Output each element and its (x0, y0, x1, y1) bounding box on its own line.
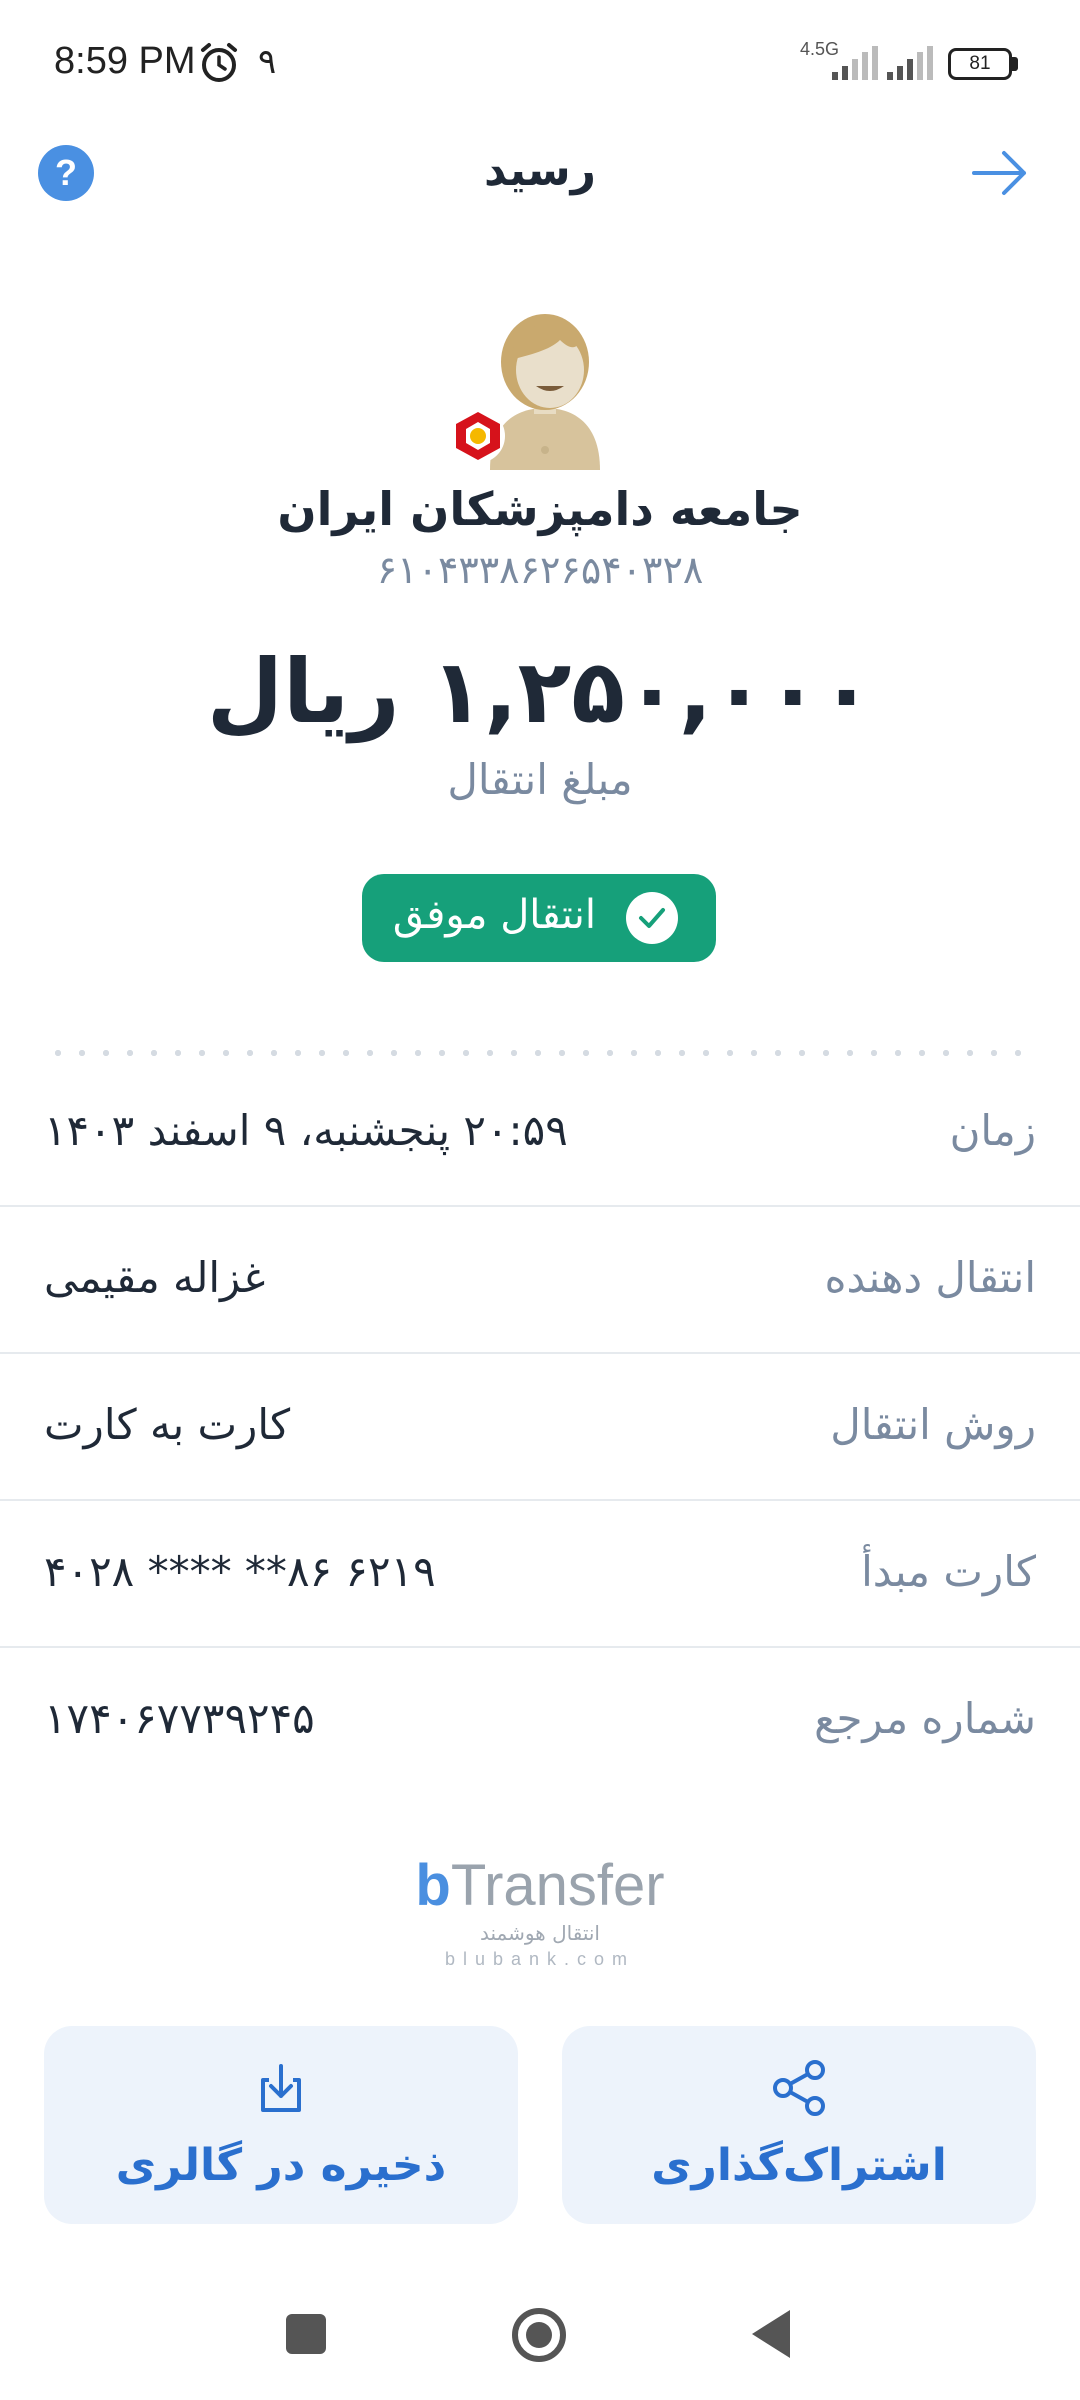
detail-row-source-card: کارت مبدأ ۶۲۱۹ ۸۶** **** ۴۰۲۸ (0, 1501, 1080, 1648)
system-nav-bar (0, 2290, 1080, 2400)
signal-icon (832, 46, 878, 80)
brand-logo: bTransfer انتقال هوشمند blubank.com (0, 1852, 1080, 1970)
detail-value: ۶۲۱۹ ۸۶** **** ۴۰۲۸ (44, 1547, 436, 1596)
save-to-gallery-button[interactable]: ذخیره در گالری (44, 2026, 518, 2224)
save-label: ذخیره در گالری (115, 2140, 447, 2191)
recents-icon[interactable] (286, 2314, 326, 2354)
status-label: انتقال موفق (392, 892, 596, 938)
home-icon[interactable] (512, 2308, 566, 2362)
detail-row-sender: انتقال دهنده غزاله مقیمی (0, 1207, 1080, 1354)
check-icon (626, 892, 678, 944)
detail-label: زمان (949, 1106, 1036, 1155)
detail-label: شماره مرجع (814, 1694, 1036, 1743)
status-badge: انتقال موفق (362, 874, 716, 962)
header: ? رسید (0, 125, 1080, 225)
detail-value: غزاله مقیمی (44, 1253, 266, 1302)
brand-subtitle: انتقال هوشمند (480, 1921, 600, 1945)
download-icon (261, 2064, 301, 2112)
alarm-icon (201, 43, 237, 82)
page-title: رسید (484, 145, 596, 196)
bank-logo-icon (451, 409, 505, 463)
detail-row-reference: شماره مرجع ۱۷۴۰۶۷۷۳۹۲۴۵ (0, 1648, 1080, 1795)
arrow-right-icon[interactable] (970, 149, 1030, 197)
btransfer-logo: bTransfer (415, 1853, 665, 1918)
share-icon (773, 2060, 825, 2116)
details-list: زمان ۲۰:۵۹ پنجشنبه، ۹ اسفند ۱۴۰۳ انتقال … (0, 1060, 1080, 1795)
back-icon[interactable] (752, 2310, 790, 2358)
detail-value: ۲۰:۵۹ پنجشنبه، ۹ اسفند ۱۴۰۳ (44, 1106, 568, 1155)
battery-icon: 81 (948, 48, 1018, 80)
status-bar: 8:59 PM ۹ 4.5G 81 (0, 0, 1080, 125)
receiver-name: جامعه دامپزشکان ایران (277, 482, 803, 536)
share-button[interactable]: اشتراک‌گذاری (562, 2026, 1036, 2224)
brand-url: blubank.com (444, 1949, 636, 1969)
share-label: اشتراک‌گذاری (651, 2140, 947, 2191)
signal-icon (887, 46, 933, 80)
battery-level: 81 (948, 48, 1012, 80)
detail-value: کارت به کارت (44, 1400, 291, 1449)
status-time: 8:59 PM (54, 40, 196, 82)
amount-label: مبلغ انتقال (447, 755, 633, 804)
status-extra: ۹ (258, 42, 277, 82)
detail-row-time: زمان ۲۰:۵۹ پنجشنبه، ۹ اسفند ۱۴۰۳ (0, 1060, 1080, 1207)
transfer-amount: ۱,۲۵۰,۰۰۰ ریال (206, 640, 874, 743)
dotted-divider (46, 1050, 1034, 1056)
detail-value: ۱۷۴۰۶۷۷۳۹۲۴۵ (44, 1694, 315, 1743)
receiver-card-number: ۶۱۰۴۳۳۸۶۲۶۵۴۰۳۲۸ (376, 548, 704, 592)
detail-label: روش انتقال (830, 1400, 1036, 1449)
detail-row-method: روش انتقال کارت به کارت (0, 1354, 1080, 1501)
detail-label: کارت مبدأ (861, 1547, 1036, 1596)
detail-label: انتقال دهنده (824, 1253, 1036, 1302)
